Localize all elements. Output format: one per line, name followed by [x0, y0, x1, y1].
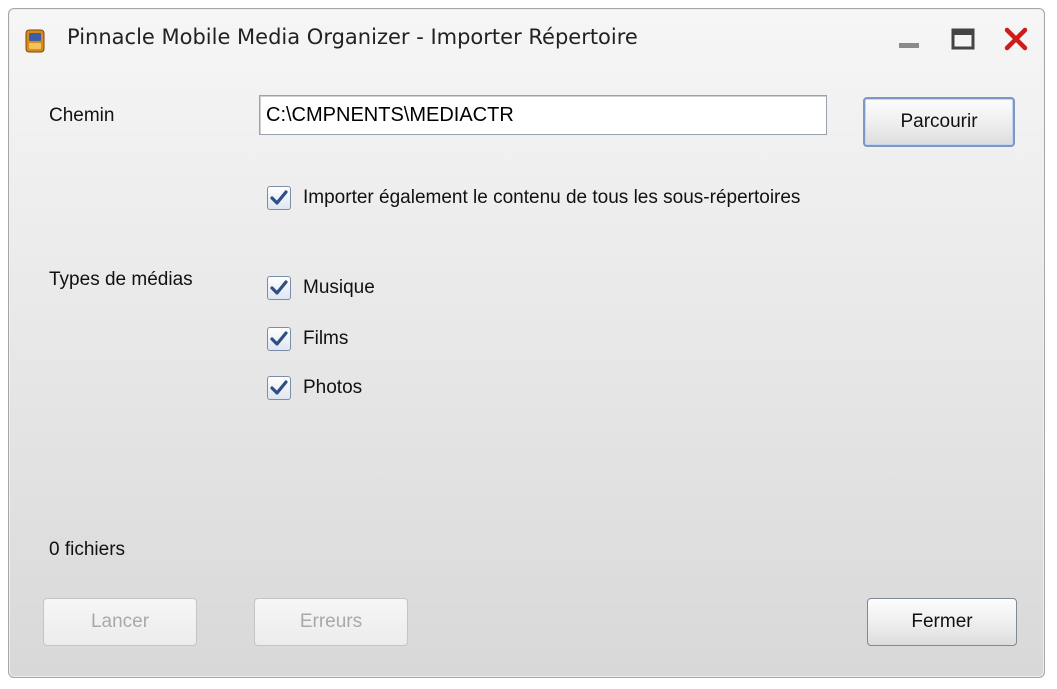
launch-button[interactable]: Lancer: [43, 598, 197, 646]
include-subdirectories-label: Importer également le contenu de tous le…: [303, 187, 801, 208]
media-type-films-row[interactable]: Films: [267, 324, 348, 354]
minimize-icon[interactable]: [895, 25, 923, 53]
checkmark-icon: [270, 190, 288, 205]
music-checkbox[interactable]: [267, 276, 291, 300]
media-types-label: Types de médias: [49, 269, 193, 290]
music-label: Musique: [303, 277, 375, 298]
close-icon[interactable]: [1002, 25, 1030, 53]
import-directory-window: Pinnacle Mobile Media Organizer - Import…: [8, 8, 1045, 678]
films-label: Films: [303, 328, 349, 349]
title-bar[interactable]: Pinnacle Mobile Media Organizer - Import…: [9, 9, 1044, 63]
pinnacle-app-icon: [25, 29, 45, 53]
media-type-photos-row[interactable]: Photos: [267, 373, 362, 403]
photos-checkbox[interactable]: [267, 376, 291, 400]
file-count-status: 0 fichiers: [49, 539, 126, 560]
checkmark-icon: [270, 280, 288, 295]
errors-button[interactable]: Erreurs: [254, 598, 408, 646]
media-type-music-row[interactable]: Musique: [267, 273, 375, 303]
films-checkbox[interactable]: [267, 327, 291, 351]
include-subdirectories-checkbox[interactable]: [267, 186, 291, 210]
maximize-icon[interactable]: [949, 25, 977, 53]
close-button[interactable]: Fermer: [867, 598, 1017, 646]
window-title: Pinnacle Mobile Media Organizer - Import…: [67, 25, 638, 49]
path-input[interactable]: [259, 95, 827, 135]
include-subdirectories-row[interactable]: Importer également le contenu de tous le…: [267, 183, 800, 213]
photos-label: Photos: [303, 377, 363, 398]
checkmark-icon: [270, 331, 288, 346]
browse-button[interactable]: Parcourir: [863, 97, 1015, 147]
checkmark-icon: [270, 380, 288, 395]
path-label: Chemin: [49, 105, 115, 126]
